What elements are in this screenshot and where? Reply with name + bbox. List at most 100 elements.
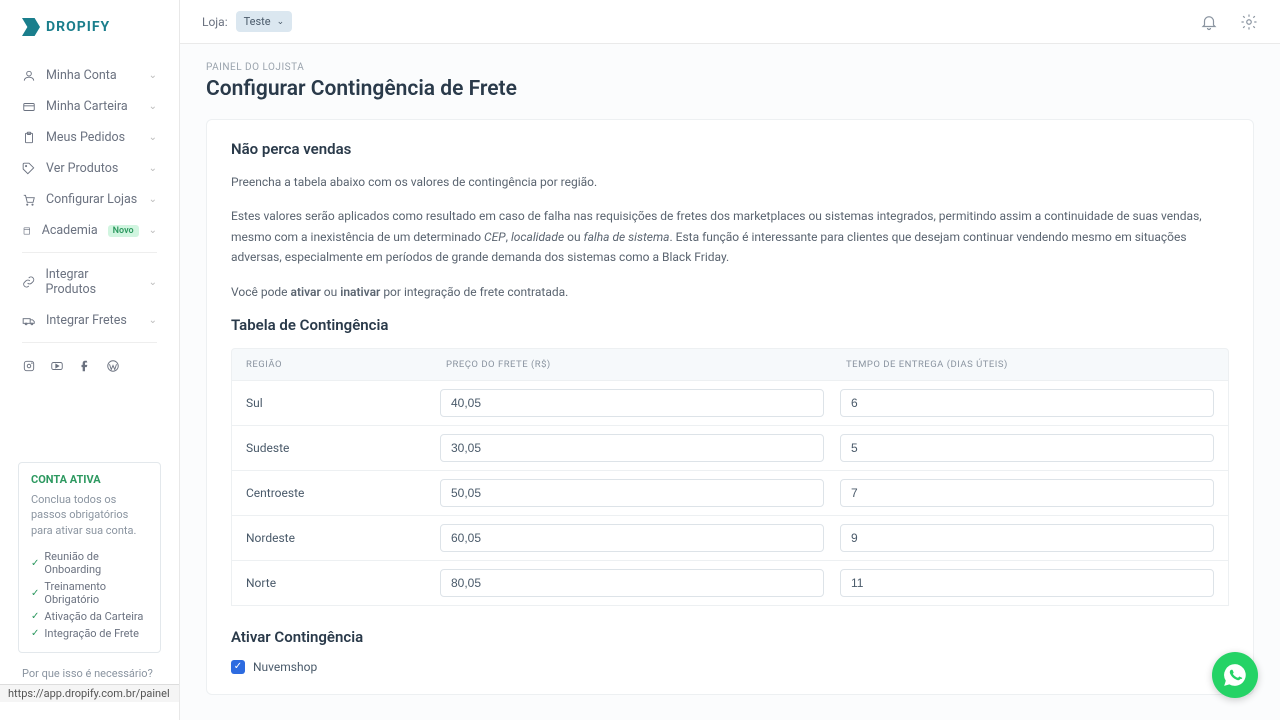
sidebar-item-label: Integrar Fretes	[46, 313, 127, 328]
sidebar-item-label: Minha Carteira	[46, 99, 128, 114]
wordpress-icon[interactable]	[106, 359, 120, 373]
whatsapp-button[interactable]	[1212, 652, 1258, 698]
bell-icon[interactable]	[1200, 13, 1218, 31]
store-selector[interactable]: Teste ⌄	[236, 11, 293, 32]
contingency-card: Não perca vendas Preencha a tabela abaix…	[206, 119, 1254, 695]
cell-region: Nordeste	[232, 531, 432, 545]
chevron-down-icon: ⌄	[149, 277, 157, 288]
sidebar-item-minha-conta[interactable]: Minha Conta ⌄	[0, 60, 179, 91]
chevron-down-icon: ⌄	[149, 132, 157, 143]
section-title-activate: Ativar Contingência	[231, 628, 1229, 646]
table-row: Centroeste	[231, 471, 1229, 516]
paragraph-3: Você pode ativar ou inativar por integra…	[231, 282, 1229, 302]
user-icon	[22, 69, 36, 83]
tag-icon	[22, 162, 36, 176]
price-input[interactable]	[440, 389, 824, 417]
cell-region: Sudeste	[232, 441, 432, 455]
step-training: Treinamento Obrigatório	[31, 578, 148, 608]
link-icon	[22, 275, 35, 289]
chevron-down-icon: ⌄	[149, 70, 157, 81]
facebook-icon[interactable]	[78, 359, 92, 373]
table-row: Sul	[231, 381, 1229, 426]
header-price: PREÇO DO FRETE (R$)	[432, 349, 832, 380]
sidebar-item-configurar-lojas[interactable]: Configurar Lojas ⌄	[0, 184, 179, 215]
time-input[interactable]	[840, 389, 1214, 417]
gear-icon[interactable]	[1240, 13, 1258, 31]
nav: Minha Conta ⌄ Minha Carteira ⌄ Meus Pedi…	[0, 60, 179, 452]
instagram-icon[interactable]	[22, 359, 36, 373]
url-statusbar: https://app.dropify.com.br/painel	[0, 684, 179, 702]
time-input[interactable]	[840, 479, 1214, 507]
time-input[interactable]	[840, 434, 1214, 462]
content: PAINEL DO LOJISTA Configurar Contingênci…	[180, 44, 1280, 720]
time-input[interactable]	[840, 524, 1214, 552]
account-status-box: CONTA ATIVA Conclua todos os passos obri…	[18, 462, 161, 653]
activate-label: Nuvemshop	[253, 660, 317, 674]
chevron-down-icon: ⌄	[149, 194, 157, 205]
activate-checkbox-line[interactable]: ✓ Nuvemshop	[231, 660, 1229, 674]
youtube-icon[interactable]	[50, 359, 64, 373]
table-row: Norte	[231, 561, 1229, 606]
price-input[interactable]	[440, 524, 824, 552]
nav-separator	[22, 342, 157, 343]
price-input[interactable]	[440, 434, 824, 462]
chevron-down-icon: ⌄	[149, 315, 157, 326]
card-icon	[22, 100, 36, 114]
cart-icon	[22, 193, 36, 207]
account-status-title: CONTA ATIVA	[31, 473, 148, 486]
chevron-down-icon: ⌄	[149, 225, 157, 236]
topbar: Loja: Teste ⌄	[180, 0, 1280, 44]
sidebar-item-integrar-fretes[interactable]: Integrar Fretes ⌄	[0, 305, 179, 336]
clipboard-icon	[22, 131, 36, 145]
price-input[interactable]	[440, 569, 824, 597]
section-title-table: Tabela de Contingência	[231, 316, 1229, 334]
sidebar-item-label: Minha Conta	[46, 68, 117, 83]
nav-separator	[22, 252, 157, 253]
sidebar: DROPIFY Minha Conta ⌄ Minha Carteira ⌄ M…	[0, 0, 180, 720]
social-links	[0, 349, 179, 383]
section-title-intro: Não perca vendas	[231, 140, 1229, 158]
chevron-down-icon: ⌄	[149, 163, 157, 174]
sidebar-item-integrar-produtos[interactable]: Integrar Produtos ⌄	[0, 259, 179, 305]
whatsapp-icon	[1222, 662, 1248, 688]
sidebar-item-meus-pedidos[interactable]: Meus Pedidos ⌄	[0, 122, 179, 153]
paragraph-2: Estes valores serão aplicados como resul…	[231, 206, 1229, 267]
brand-logo[interactable]: DROPIFY	[0, 18, 179, 60]
price-input[interactable]	[440, 479, 824, 507]
activate-section: Ativar Contingência ✓ Nuvemshop	[231, 628, 1229, 674]
checkbox-checked-icon: ✓	[231, 660, 245, 674]
sidebar-item-label: Ver Produtos	[46, 161, 118, 176]
header-time: TEMPO DE ENTREGA (DIAS ÚTEIS)	[832, 349, 1228, 380]
sidebar-item-label: Meus Pedidos	[46, 130, 125, 145]
new-badge: Novo	[108, 225, 139, 237]
page-title: Configurar Contingência de Frete	[206, 77, 1254, 101]
truck-icon	[22, 314, 36, 328]
sidebar-item-ver-produtos[interactable]: Ver Produtos ⌄	[0, 153, 179, 184]
chevron-down-icon: ⌄	[149, 101, 157, 112]
sidebar-item-minha-carteira[interactable]: Minha Carteira ⌄	[0, 91, 179, 122]
table-header: REGIÃO PREÇO DO FRETE (R$) TEMPO DE ENTR…	[231, 348, 1229, 381]
table-row: Nordeste	[231, 516, 1229, 561]
sidebar-item-academia[interactable]: Academia Novo ⌄	[0, 215, 179, 246]
sidebar-item-label: Academia	[42, 223, 98, 238]
step-onboarding: Reunião de Onboarding	[31, 548, 148, 578]
time-input[interactable]	[840, 569, 1214, 597]
cell-region: Sul	[232, 396, 432, 410]
account-status-desc: Conclua todos os passos obrigatórios par…	[31, 492, 148, 538]
sidebar-item-label: Integrar Produtos	[45, 267, 138, 297]
store-value: Teste	[244, 15, 271, 28]
main: Loja: Teste ⌄ PAINEL DO LOJISTA Configur…	[180, 0, 1280, 720]
breadcrumb: PAINEL DO LOJISTA	[206, 62, 1254, 73]
header-region: REGIÃO	[232, 349, 432, 380]
table-row: Sudeste	[231, 426, 1229, 471]
chevron-down-icon: ⌄	[277, 17, 285, 27]
step-wallet: Ativação da Carteira	[31, 608, 148, 625]
why-necessary-link[interactable]: Por que isso é necessário?	[0, 663, 179, 684]
cell-region: Norte	[232, 576, 432, 590]
sidebar-item-label: Configurar Lojas	[46, 192, 137, 207]
cell-region: Centroeste	[232, 486, 432, 500]
paragraph-1: Preencha a tabela abaixo com os valores …	[231, 172, 1229, 192]
brand-icon	[22, 18, 40, 36]
step-freight: Integração de Frete	[31, 625, 148, 642]
book-icon	[22, 224, 32, 238]
